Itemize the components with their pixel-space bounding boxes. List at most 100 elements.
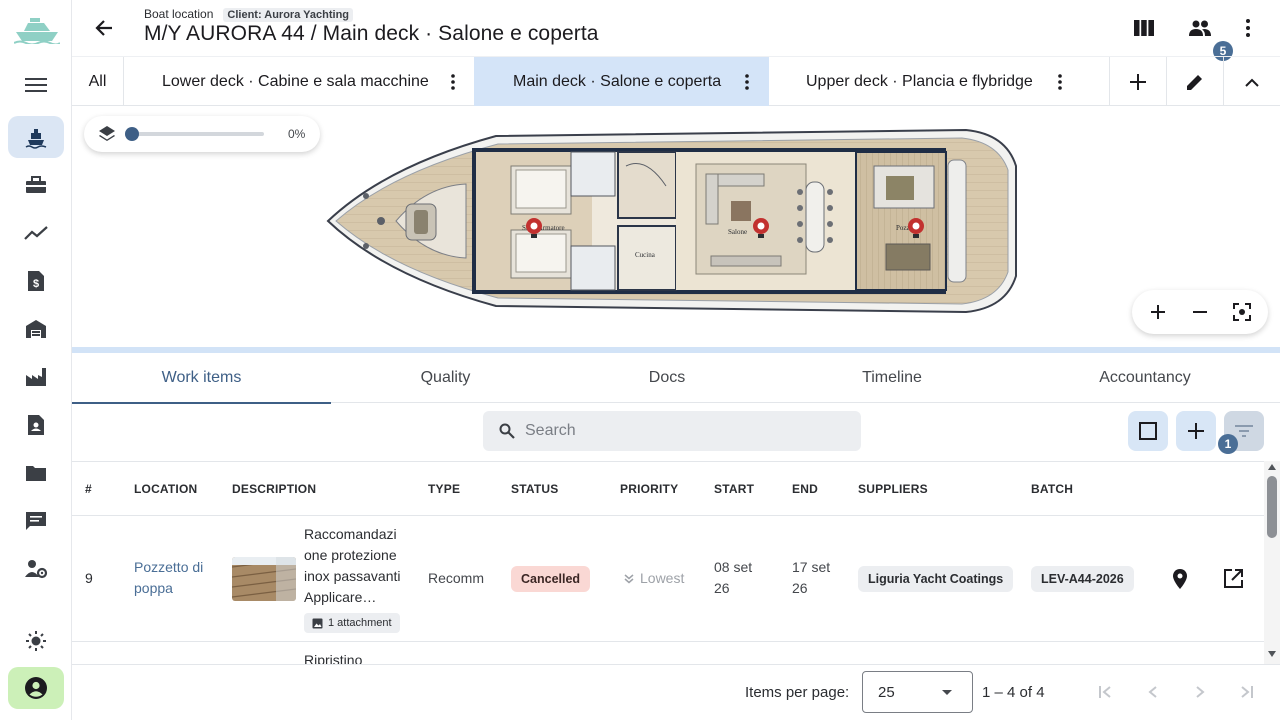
table-row[interactable]: 9 Pozzetto di poppa Raccomandazi one pro…: [72, 516, 1264, 642]
open-in-new-icon[interactable]: [1224, 569, 1243, 588]
last-page-icon[interactable]: [1240, 685, 1254, 699]
plan-label-salone: Salone: [728, 228, 747, 236]
filter-count-badge: 1: [1218, 434, 1238, 454]
tab-work-items[interactable]: Work items: [72, 353, 331, 404]
search-placeholder: Search: [525, 422, 576, 439]
row-type: Recomm: [428, 570, 485, 586]
fit-screen-icon[interactable]: [1233, 303, 1251, 321]
col-type[interactable]: TYPE: [428, 482, 460, 496]
contact-page-icon[interactable]: [8, 404, 64, 446]
search-icon: [499, 423, 515, 439]
search-field[interactable]: Search: [483, 411, 861, 451]
deck-tab-label: Main deck · Salone e coperta: [513, 73, 722, 90]
divider: [1223, 57, 1224, 107]
col-location[interactable]: LOCATION: [134, 482, 197, 496]
col-start[interactable]: START: [714, 482, 754, 496]
row-description: Ripristino: [304, 652, 363, 664]
col-status[interactable]: STATUS: [511, 482, 558, 496]
deck-plan-canvas[interactable]: 0% Suite Armatore Cucina Salone Pozzetto: [72, 106, 1280, 348]
toolbox-icon[interactable]: [8, 164, 64, 206]
layer-slider-track[interactable]: [126, 132, 264, 136]
row-thumbnail[interactable]: [232, 557, 296, 601]
row-number: 9: [85, 570, 93, 586]
more-vert-icon[interactable]: [1228, 8, 1268, 48]
client-badge: Client: Aurora Yachting: [223, 8, 354, 22]
deck-tabs: All Lower deck · Cabine e sala macchine …: [72, 56, 1280, 107]
svg-text:$: $: [33, 278, 39, 290]
attachment-chip[interactable]: 1 attachment: [304, 613, 400, 633]
next-page-icon[interactable]: [1195, 685, 1205, 699]
col-batch[interactable]: BATCH: [1031, 482, 1073, 496]
deck-upper-more-icon[interactable]: [1049, 70, 1071, 94]
row-start-date: 08 set 26: [714, 559, 753, 596]
page-title: M/Y AURORA 44 / Main deck · Salone e cop…: [144, 22, 599, 45]
layer-slider-thumb[interactable]: [125, 127, 139, 141]
plan-label-cucina: Cucina: [635, 251, 656, 259]
first-page-icon[interactable]: [1098, 685, 1112, 699]
row-location-link[interactable]: Pozzetto di poppa: [134, 557, 214, 599]
factory-icon[interactable]: [8, 356, 64, 398]
col-suppliers[interactable]: SUPPLIERS: [858, 482, 928, 496]
table-header: # LOCATION DESCRIPTION TYPE STATUS PRIOR…: [72, 461, 1264, 516]
location-pin-icon[interactable]: [1173, 569, 1187, 589]
row-end-date: 17 set 26: [792, 559, 831, 596]
col-end[interactable]: END: [792, 482, 818, 496]
deck-tab-all[interactable]: All: [72, 57, 123, 107]
folder-icon[interactable]: [8, 452, 64, 494]
image-icon: [312, 618, 323, 629]
add-deck-icon[interactable]: [1118, 62, 1158, 102]
deck-tab-lower[interactable]: Lower deck · Cabine e sala macchine: [124, 57, 474, 107]
priority-label: Lowest: [640, 570, 685, 586]
app-logo-boat-icon[interactable]: [14, 14, 60, 44]
edit-pencil-icon[interactable]: [1175, 62, 1215, 102]
status-badge: Cancelled: [511, 566, 591, 592]
chat-icon[interactable]: [8, 500, 64, 542]
trending-icon[interactable]: [8, 212, 64, 254]
menu-icon[interactable]: [8, 64, 64, 106]
page-size-value: 25: [878, 684, 895, 701]
batch-chip[interactable]: LEV-A44-2026: [1031, 566, 1134, 592]
table-row[interactable]: Ripristino: [72, 642, 1264, 664]
select-all-checkbox-icon[interactable]: [1128, 411, 1168, 451]
priority-lowest-icon: [624, 573, 634, 584]
scroll-down-arrow-icon[interactable]: [1268, 651, 1276, 657]
scrollbar-thumb[interactable]: [1267, 476, 1277, 538]
deck-tab-upper[interactable]: Upper deck · Plancia e flybridge: [769, 57, 1079, 107]
previous-page-icon[interactable]: [1148, 685, 1158, 699]
zoom-in-icon[interactable]: [1150, 304, 1166, 320]
zoom-out-icon[interactable]: [1192, 304, 1208, 320]
page-range-label: 1 – 4 of 4: [982, 684, 1045, 701]
back-arrow-icon[interactable]: [84, 8, 124, 48]
divider: [1109, 57, 1110, 107]
tab-quality[interactable]: Quality: [331, 353, 560, 403]
scroll-up-arrow-icon[interactable]: [1268, 464, 1276, 470]
add-work-item-icon[interactable]: [1176, 411, 1216, 451]
columns-view-icon[interactable]: [1124, 8, 1164, 48]
user-settings-icon[interactable]: [8, 548, 64, 590]
account-icon[interactable]: [8, 667, 64, 709]
dropdown-arrow-icon: [942, 690, 952, 695]
layer-opacity-panel: 0%: [84, 116, 320, 152]
invoice-icon[interactable]: $: [8, 260, 64, 302]
tab-timeline[interactable]: Timeline: [774, 353, 1010, 403]
row-description: Raccomandazi one protezione inox passava…: [304, 526, 401, 605]
table-scrollbar[interactable]: [1264, 461, 1280, 664]
collapse-chevron-up-icon[interactable]: [1232, 62, 1272, 102]
col-number[interactable]: #: [85, 482, 92, 496]
navigation-rail: $: [0, 0, 72, 720]
light-mode-icon[interactable]: [8, 620, 64, 662]
page-size-select[interactable]: 25: [862, 671, 973, 713]
deck-main-more-icon[interactable]: [736, 70, 758, 94]
supplier-chip[interactable]: Liguria Yacht Coatings: [858, 566, 1014, 592]
boats-nav-icon[interactable]: [8, 116, 64, 158]
col-priority[interactable]: PRIORITY: [620, 482, 678, 496]
team-icon[interactable]: [1180, 8, 1220, 48]
deck-tab-main[interactable]: Main deck · Salone e coperta: [474, 57, 769, 107]
deck-lower-more-icon[interactable]: [442, 70, 464, 94]
tab-accountancy[interactable]: Accountancy: [1010, 353, 1280, 403]
col-description[interactable]: DESCRIPTION: [232, 482, 316, 496]
tab-docs[interactable]: Docs: [560, 353, 774, 403]
row-priority: Lowest: [624, 568, 684, 589]
warehouse-icon[interactable]: [8, 308, 64, 350]
paginator: Items per page: 25 1 – 4 of 4: [72, 664, 1280, 720]
